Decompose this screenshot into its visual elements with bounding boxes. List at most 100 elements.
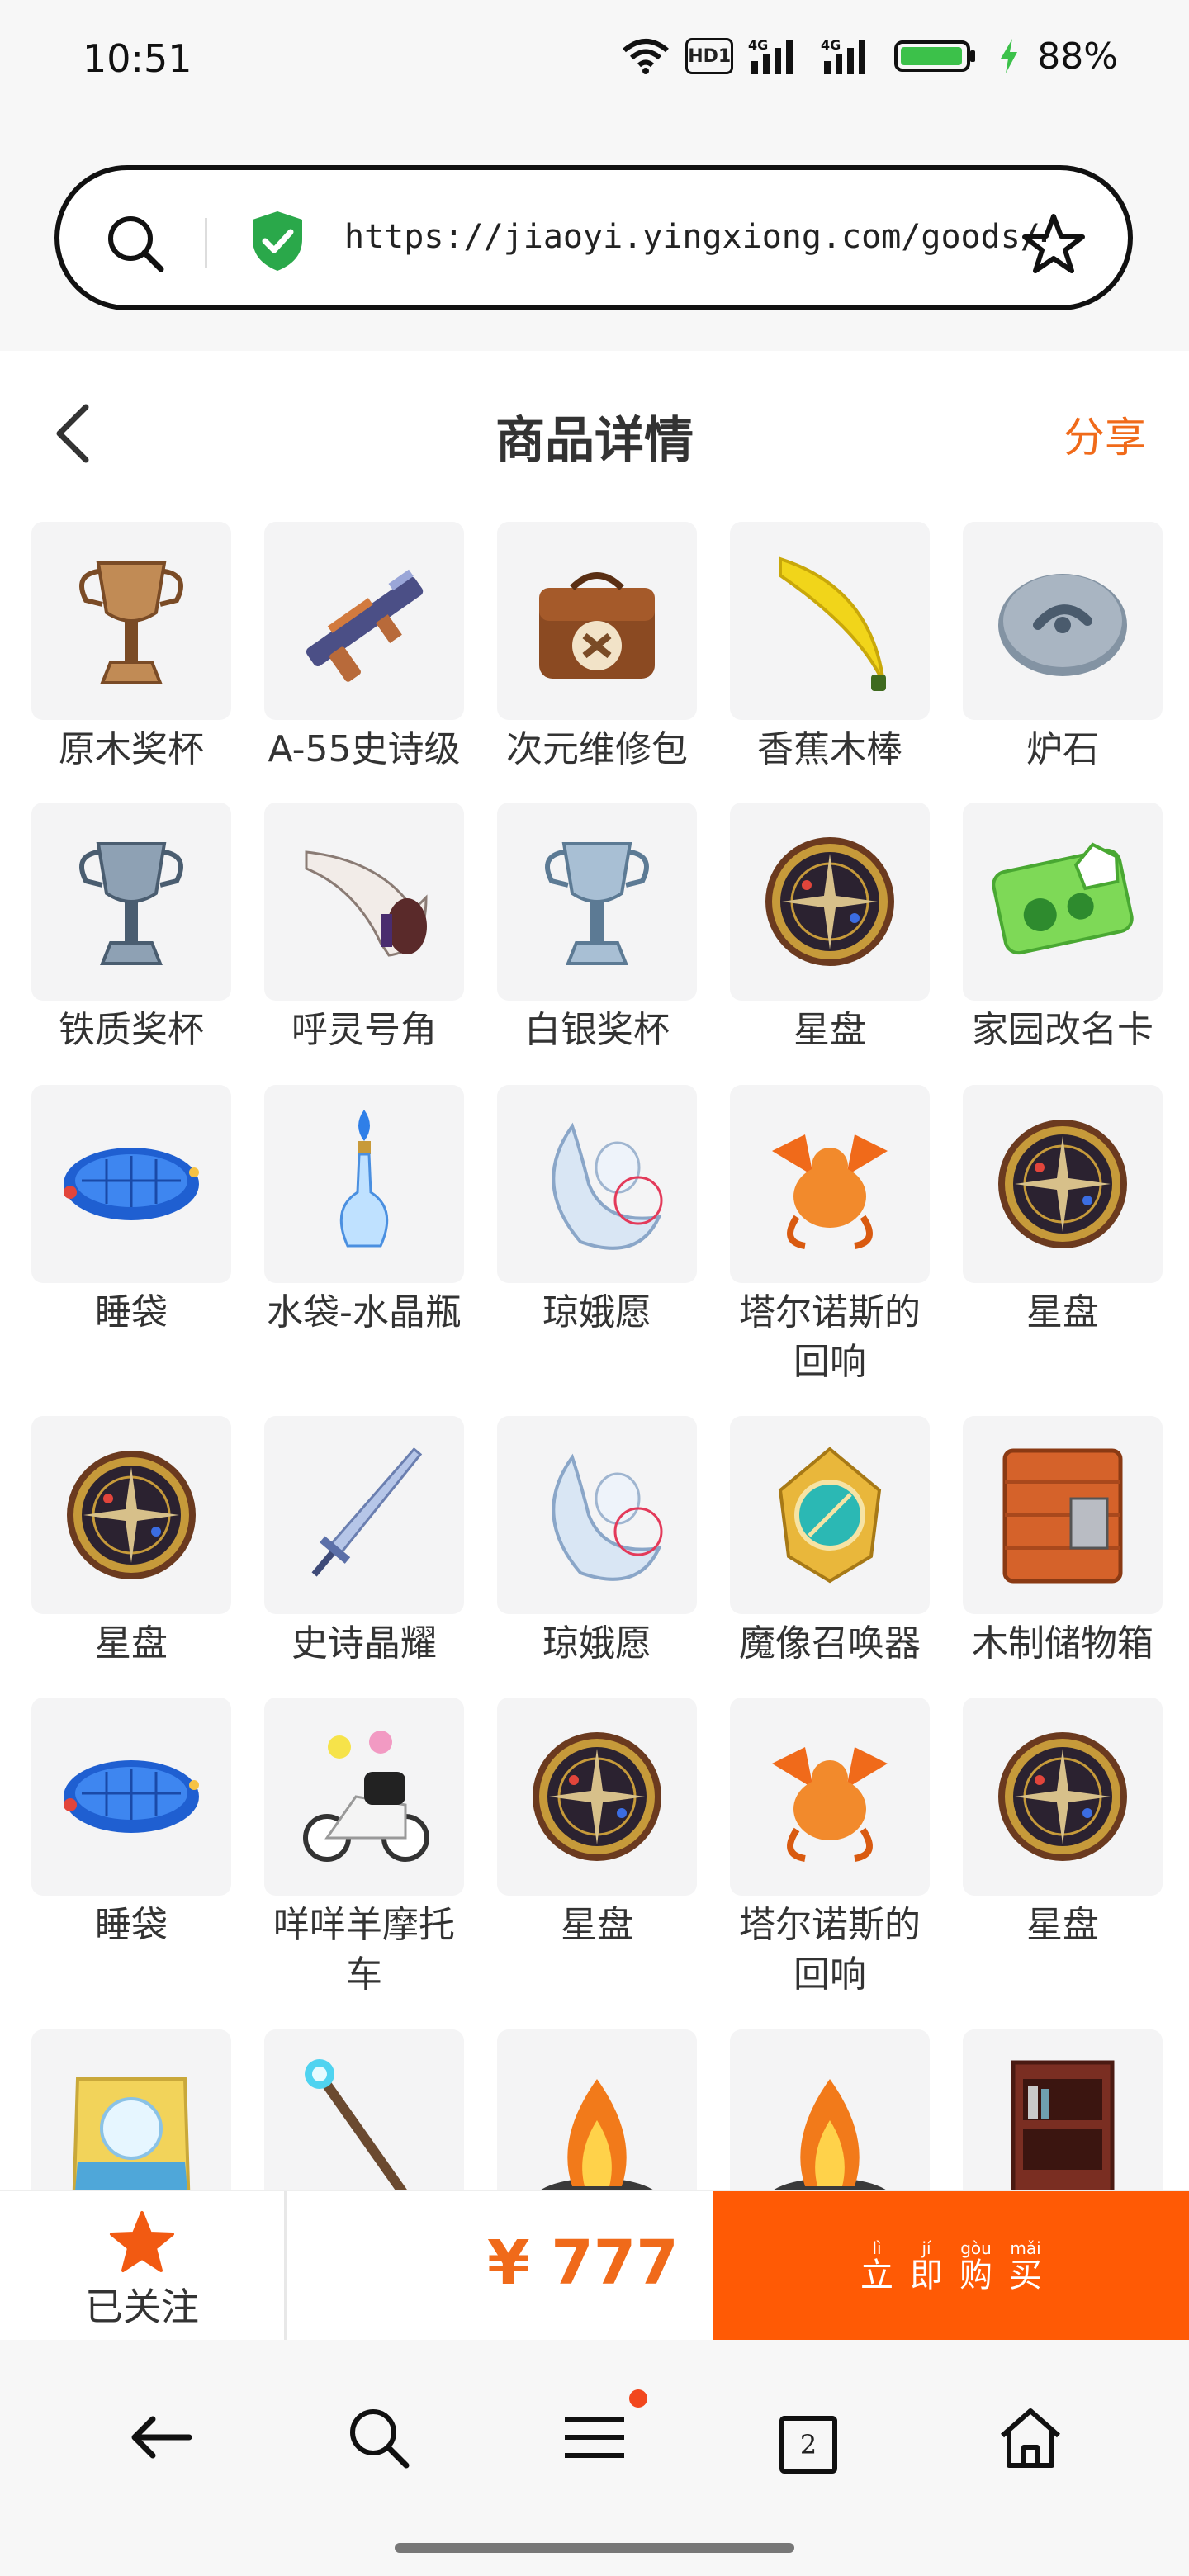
moon-wish-icon <box>497 1416 697 1614</box>
item-card[interactable]: 呼灵号角 <box>264 803 464 1055</box>
bookmark-star-icon[interactable] <box>1021 211 1087 277</box>
item-card[interactable] <box>497 2029 697 2190</box>
item-card[interactable]: 塔尔诺斯的回响 <box>730 1698 930 2000</box>
campfire-icon <box>497 2029 697 2190</box>
charging-icon <box>1001 39 1018 73</box>
share-button[interactable]: 分享 <box>1063 405 1146 464</box>
item-card[interactable]: 咩咩羊摩托车 <box>264 1698 464 2000</box>
item-card[interactable]: A-55史诗级 <box>264 522 464 774</box>
page-header: 商品详情 分享 <box>0 351 1189 508</box>
item-card[interactable]: 次元维修包 <box>497 522 697 774</box>
crystal-bottle-icon <box>264 1085 464 1283</box>
action-bar: 已关注 ¥ 777 lì 立 jí 即 gòu 购 mǎi 买 <box>0 2190 1189 2340</box>
item-card[interactable] <box>963 2029 1163 2190</box>
food-bag-icon <box>31 2029 231 2190</box>
sleeping-bag-icon <box>31 1085 231 1283</box>
golem-summoner-icon <box>730 1416 930 1614</box>
follow-button[interactable]: 已关注 <box>0 2191 287 2340</box>
item-label: 星盘 <box>1026 1904 1099 1946</box>
item-label: 史诗晶耀 <box>291 1622 437 1664</box>
item-label: 星盘 <box>793 1009 866 1051</box>
buy-char-hanzi: 买 <box>1009 2256 1042 2294</box>
astrolabe-icon <box>963 1085 1163 1283</box>
browser-address-area: https://jiaoyi.yingxiong.com/goods/43… <box>0 124 1189 353</box>
item-card[interactable]: 星盘 <box>497 1698 697 1950</box>
item-label: 呼灵号角 <box>291 1009 437 1051</box>
search-icon[interactable] <box>345 2404 411 2470</box>
item-card[interactable]: 原木奖杯 <box>31 522 231 774</box>
item-card[interactable]: 铁质奖杯 <box>31 803 231 1055</box>
astrolabe-icon <box>730 803 930 1001</box>
item-card[interactable]: 星盘 <box>963 1085 1163 1338</box>
magic-staff-icon <box>264 2029 464 2190</box>
buy-char-pinyin: gòu <box>960 2238 992 2258</box>
item-label: 星盘 <box>561 1904 633 1946</box>
item-card[interactable]: 水袋-水晶瓶 <box>264 1085 464 1338</box>
svg-text:4G: 4G <box>821 37 841 53</box>
item-card[interactable]: 星盘 <box>963 1698 1163 1950</box>
item-label: 木制储物箱 <box>972 1622 1153 1664</box>
dragon-icon <box>730 1698 930 1896</box>
buy-char-hanzi: 购 <box>959 2256 992 2294</box>
item-label: 塔尔诺斯的回响 <box>739 1904 921 1996</box>
item-card[interactable]: 炉石 <box>963 522 1163 774</box>
silver-trophy-icon <box>497 803 697 1001</box>
signal-4g-icon-2: 4G <box>821 37 866 74</box>
item-card[interactable]: 星盘 <box>730 803 930 1055</box>
tabs-button[interactable]: 2 <box>779 2416 837 2474</box>
item-label: 白银奖杯 <box>524 1009 670 1051</box>
moon-wish-icon <box>497 1085 697 1283</box>
buy-char: jí 即 <box>910 2239 943 2294</box>
sheep-scooter-icon <box>264 1698 464 1896</box>
item-card[interactable]: 史诗晶耀 <box>264 1416 464 1669</box>
item-card[interactable]: 睡袋 <box>31 1698 231 1950</box>
item-grid: 原木奖杯 A-55史诗级 次元维修包 香蕉木棒 炉石 铁质奖杯 呼灵号角 白银奖… <box>31 522 1163 2190</box>
item-card[interactable]: 木制储物箱 <box>963 1416 1163 1669</box>
item-card[interactable]: 家园改名卡 <box>963 803 1163 1055</box>
item-label: A-55史诗级 <box>268 728 461 770</box>
item-card[interactable]: 香蕉木棒 <box>730 522 930 774</box>
buy-char-pinyin: jí <box>921 2238 931 2258</box>
item-label: 琼娥愿 <box>542 1622 651 1664</box>
item-card[interactable]: 塔尔诺斯的回响 <box>730 1085 930 1387</box>
back-arrow-icon[interactable] <box>128 2404 194 2470</box>
wooden-crate-icon <box>963 1416 1163 1614</box>
item-card[interactable] <box>730 2029 930 2190</box>
iron-trophy-icon <box>31 803 231 1001</box>
item-card[interactable]: 白银奖杯 <box>497 803 697 1055</box>
svg-text:4G: 4G <box>748 37 768 53</box>
status-time: 10:51 <box>83 36 192 81</box>
battery-icon <box>894 40 976 72</box>
item-card[interactable]: 魔像召唤器 <box>730 1416 930 1669</box>
repair-bag-icon <box>497 522 697 720</box>
item-label: 星盘 <box>95 1622 168 1664</box>
url-text[interactable]: https://jiaoyi.yingxiong.com/goods/43… <box>344 218 1046 256</box>
buy-label: lì 立 jí 即 gòu 购 mǎi 买 <box>860 2239 1042 2294</box>
item-label: 琼娥愿 <box>542 1291 651 1333</box>
item-label: 星盘 <box>1026 1291 1099 1333</box>
menu-icon[interactable] <box>561 2404 628 2470</box>
rename-card-icon <box>963 803 1163 1001</box>
item-card[interactable] <box>31 2029 231 2190</box>
search-icon[interactable] <box>105 213 166 274</box>
item-card[interactable]: 睡袋 <box>31 1085 231 1338</box>
item-card[interactable] <box>264 2029 464 2190</box>
browser-nav-bar: 2 <box>0 2340 1189 2576</box>
item-card[interactable]: 星盘 <box>31 1416 231 1669</box>
item-label: 睡袋 <box>95 1291 168 1333</box>
home-icon[interactable] <box>997 2404 1063 2470</box>
item-label: 铁质奖杯 <box>59 1009 204 1051</box>
buy-now-button[interactable]: lì 立 jí 即 gòu 购 mǎi 买 <box>713 2191 1189 2340</box>
item-card[interactable]: 琼娥愿 <box>497 1085 697 1338</box>
sleeping-bag-icon <box>31 1698 231 1896</box>
wooden-trophy-icon <box>31 522 231 720</box>
item-label: 原木奖杯 <box>59 728 204 770</box>
status-bar: 10:51 HD1 4G 4G 88% <box>0 0 1189 124</box>
address-bar[interactable]: https://jiaoyi.yingxiong.com/goods/43… <box>54 165 1133 310</box>
notification-dot <box>629 2389 647 2408</box>
item-label: 香蕉木棒 <box>757 728 902 770</box>
secure-shield-icon[interactable] <box>249 210 306 272</box>
home-indicator <box>395 2543 794 2553</box>
item-card[interactable]: 琼娥愿 <box>497 1416 697 1669</box>
star-filled-icon <box>110 2211 174 2272</box>
